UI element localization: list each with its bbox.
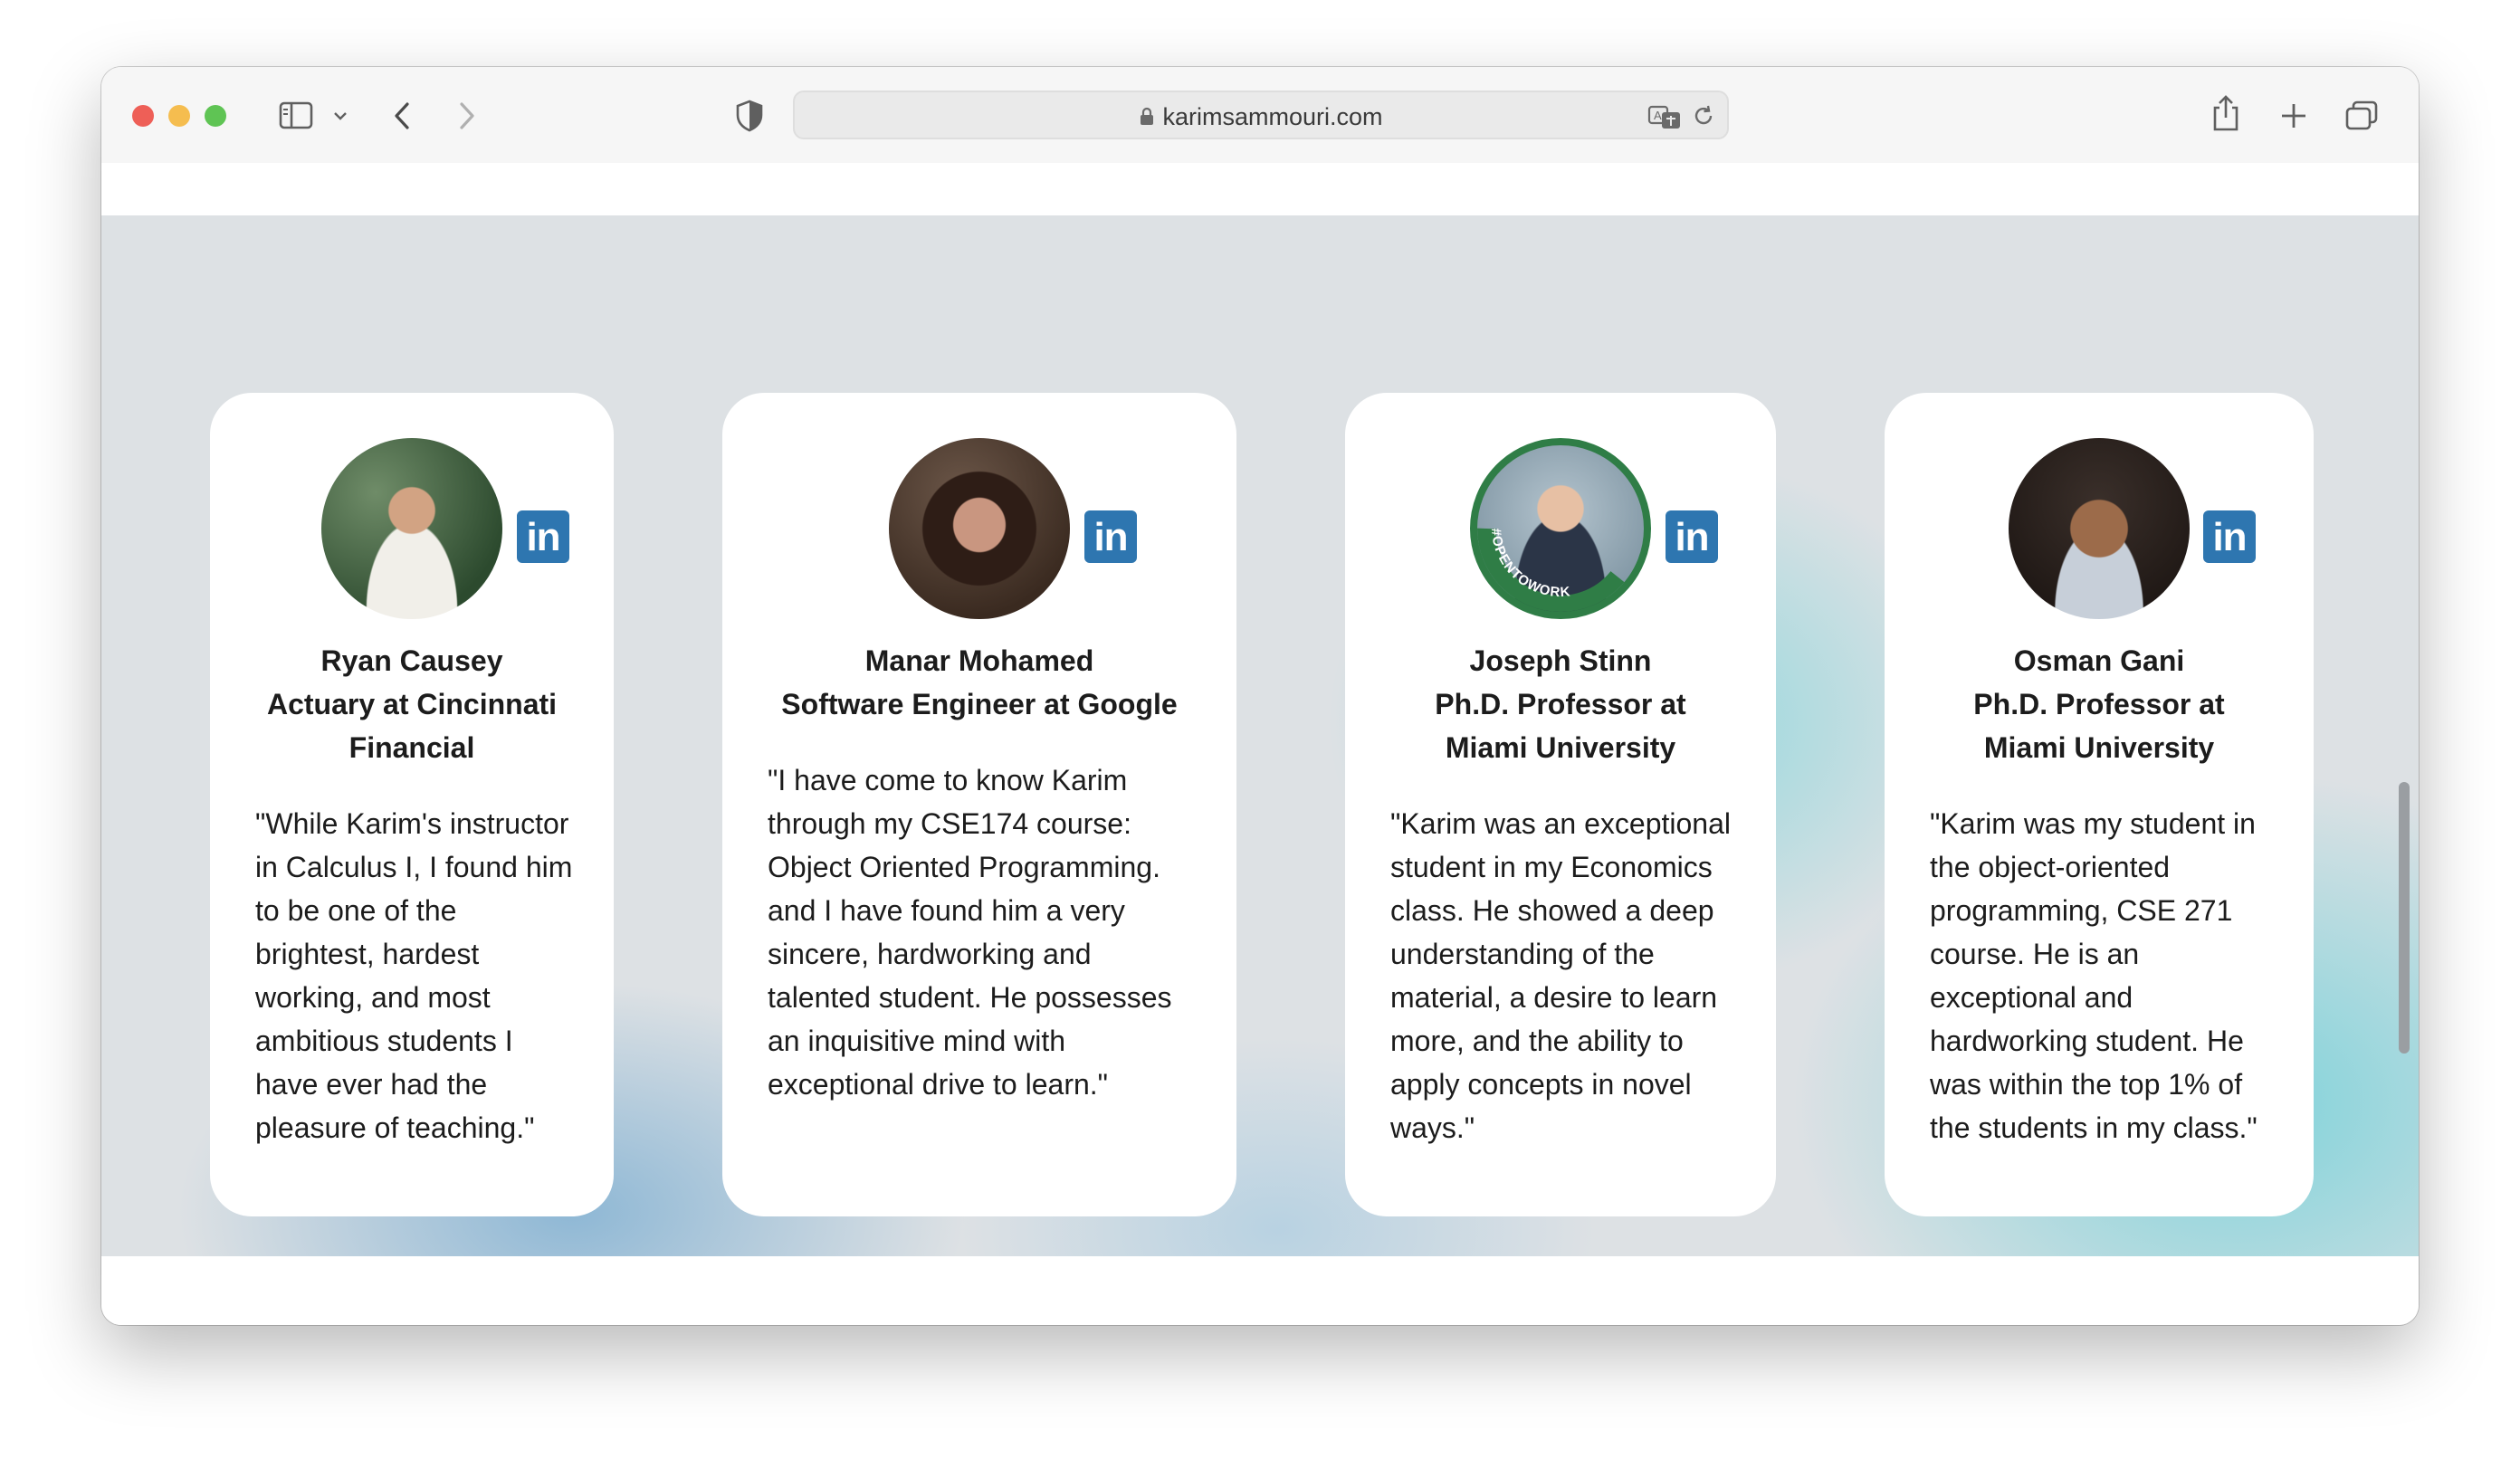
author-title: Software Engineer at Google [781, 688, 1178, 720]
browser-window: karimsammouri.com A in Ryan Causey Actua… [101, 67, 2419, 1325]
author-title: Ph.D. Professor at Miami University [1435, 688, 1686, 764]
url-text: karimsammouri.com [1162, 103, 1383, 130]
open-to-work-badge: #OPENTOWORK [1477, 528, 1627, 612]
linkedin-icon[interactable]: in [2203, 510, 2256, 563]
zoom-window-button[interactable] [205, 105, 226, 127]
page-bottom-area [101, 1256, 2419, 1325]
avatar-osman-gani[interactable] [2009, 438, 2190, 619]
avatar-joseph-stinn[interactable]: #OPENTOWORK [1470, 438, 1651, 619]
author-title: Ph.D. Professor at Miami University [1973, 688, 2225, 764]
avatar-ryan-causey[interactable] [321, 438, 502, 619]
author-title: Actuary at Cincinnati Financial [266, 688, 558, 764]
author-name: Joseph Stinn [1469, 644, 1652, 677]
testimonial-author: Manar Mohamed Software Engineer at Googl… [740, 639, 1218, 726]
page-top-area [101, 163, 2419, 215]
lock-icon [1141, 107, 1154, 125]
testimonial-author: Ryan Causey Actuary at Cincinnati Financ… [228, 639, 596, 769]
testimonials-section: in Ryan Causey Actuary at Cincinnati Fin… [101, 215, 2419, 1256]
testimonial-card: in Manar Mohamed Software Engineer at Go… [722, 393, 1236, 1216]
testimonial-quote: "I have come to know Karim through my CS… [768, 764, 1172, 1101]
linkedin-icon[interactable]: in [1666, 510, 1718, 563]
linkedin-icon[interactable]: in [517, 510, 569, 563]
linkedin-icon[interactable]: in [1084, 510, 1137, 563]
avatar-manar-mohamed[interactable] [889, 438, 1070, 619]
translate-icon[interactable]: A [1647, 103, 1684, 130]
share-icon[interactable] [2210, 94, 2241, 132]
testimonial-quote: "Karim was my student in the object-orie… [1930, 807, 2258, 1144]
testimonial-author: Joseph Stinn Ph.D. Professor at Miami Un… [1363, 639, 1758, 769]
tabs-overview-icon[interactable] [2344, 100, 2379, 132]
testimonial-card: in Ryan Causey Actuary at Cincinnati Fin… [210, 393, 614, 1216]
author-name: Ryan Causey [320, 644, 503, 677]
testimonial-quote: "Karim was an exceptional student in my … [1390, 807, 1731, 1144]
browser-toolbar: karimsammouri.com A [101, 67, 2419, 165]
reload-icon[interactable] [1691, 103, 1716, 129]
chevron-down-icon[interactable] [333, 110, 348, 121]
back-arrow-icon[interactable] [391, 101, 413, 130]
svg-text:A: A [1654, 109, 1662, 122]
author-name: Manar Mohamed [864, 644, 1094, 677]
plus-icon[interactable] [2279, 101, 2308, 130]
close-window-button[interactable] [132, 105, 154, 127]
testimonial-card: in Osman Gani Ph.D. Professor at Miami U… [1885, 393, 2314, 1216]
vertical-scrollbar[interactable] [2399, 782, 2410, 1054]
forward-arrow-icon[interactable] [456, 101, 478, 130]
sidebar-icon[interactable] [279, 101, 315, 130]
address-bar-content[interactable]: karimsammouri.com [795, 103, 1727, 131]
shield-icon[interactable] [735, 100, 764, 132]
testimonial-quote: "While Karim's instructor in Calculus I,… [255, 807, 573, 1144]
minimize-window-button[interactable] [168, 105, 190, 127]
testimonial-author: Osman Gani Ph.D. Professor at Miami Univ… [1903, 639, 2296, 769]
testimonial-card: #OPENTOWORK in Joseph Stinn Ph.D. Profes… [1345, 393, 1776, 1216]
address-bar[interactable]: karimsammouri.com A [793, 91, 1729, 139]
author-name: Osman Gani [2013, 644, 2185, 677]
